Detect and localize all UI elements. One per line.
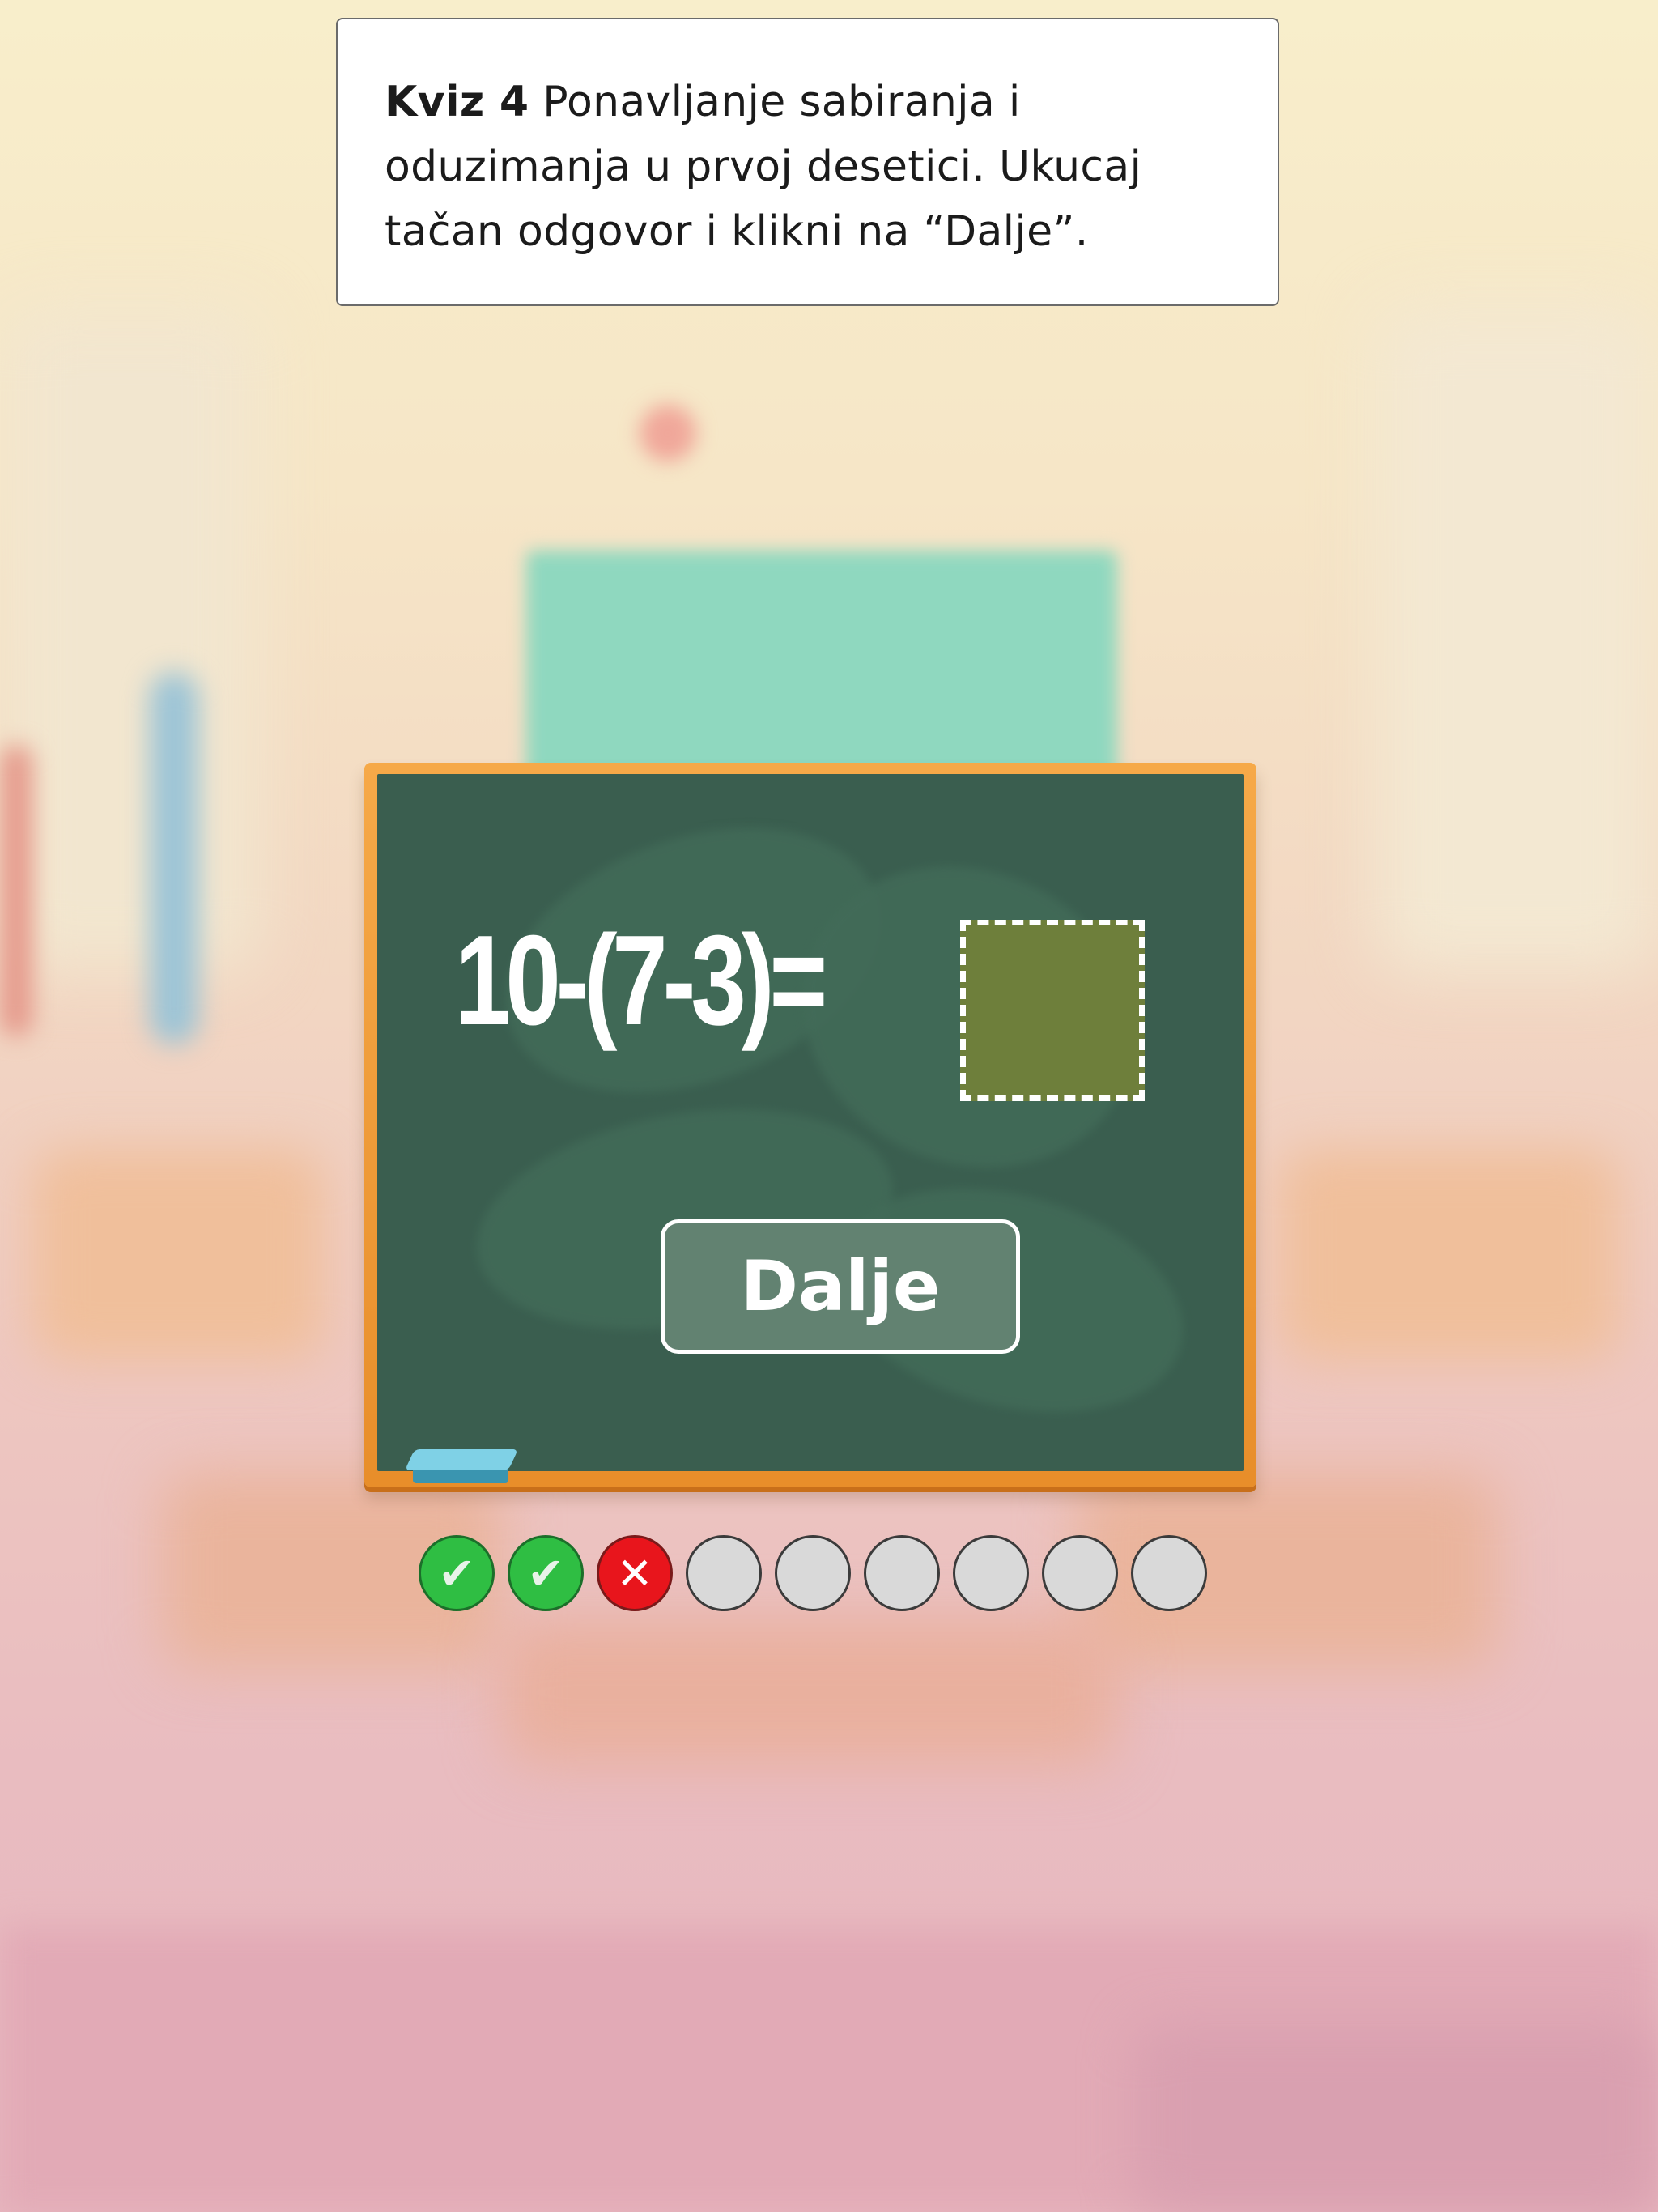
progress-dot-pending bbox=[775, 1535, 851, 1611]
chalkboard: 10-(7-3)= Dalje bbox=[364, 763, 1256, 1487]
next-button[interactable]: Dalje bbox=[661, 1219, 1020, 1354]
check-icon: ✔ bbox=[508, 1535, 584, 1611]
chalkboard-surface: 10-(7-3)= Dalje bbox=[377, 774, 1244, 1471]
quiz-label: Kviz 4 bbox=[385, 78, 529, 126]
progress-dot-pending bbox=[864, 1535, 940, 1611]
progress-dot-pending bbox=[686, 1535, 762, 1611]
progress-dot-pending bbox=[953, 1535, 1029, 1611]
instruction-text: Kviz 4 Ponavljanje sabiranja i oduzimanj… bbox=[385, 70, 1231, 264]
check-icon: ✔ bbox=[419, 1535, 495, 1611]
progress-dot-pending bbox=[1042, 1535, 1118, 1611]
instruction-card: Kviz 4 Ponavljanje sabiranja i oduzimanj… bbox=[336, 18, 1279, 306]
answer-input[interactable] bbox=[960, 920, 1145, 1101]
cross-icon: ✕ bbox=[597, 1535, 673, 1611]
progress-indicator: ✔ ✔ ✕ bbox=[419, 1535, 1207, 1616]
progress-dot-pending bbox=[1131, 1535, 1207, 1611]
eraser-icon bbox=[404, 1449, 519, 1483]
math-equation: 10-(7-3)= bbox=[455, 909, 827, 1052]
